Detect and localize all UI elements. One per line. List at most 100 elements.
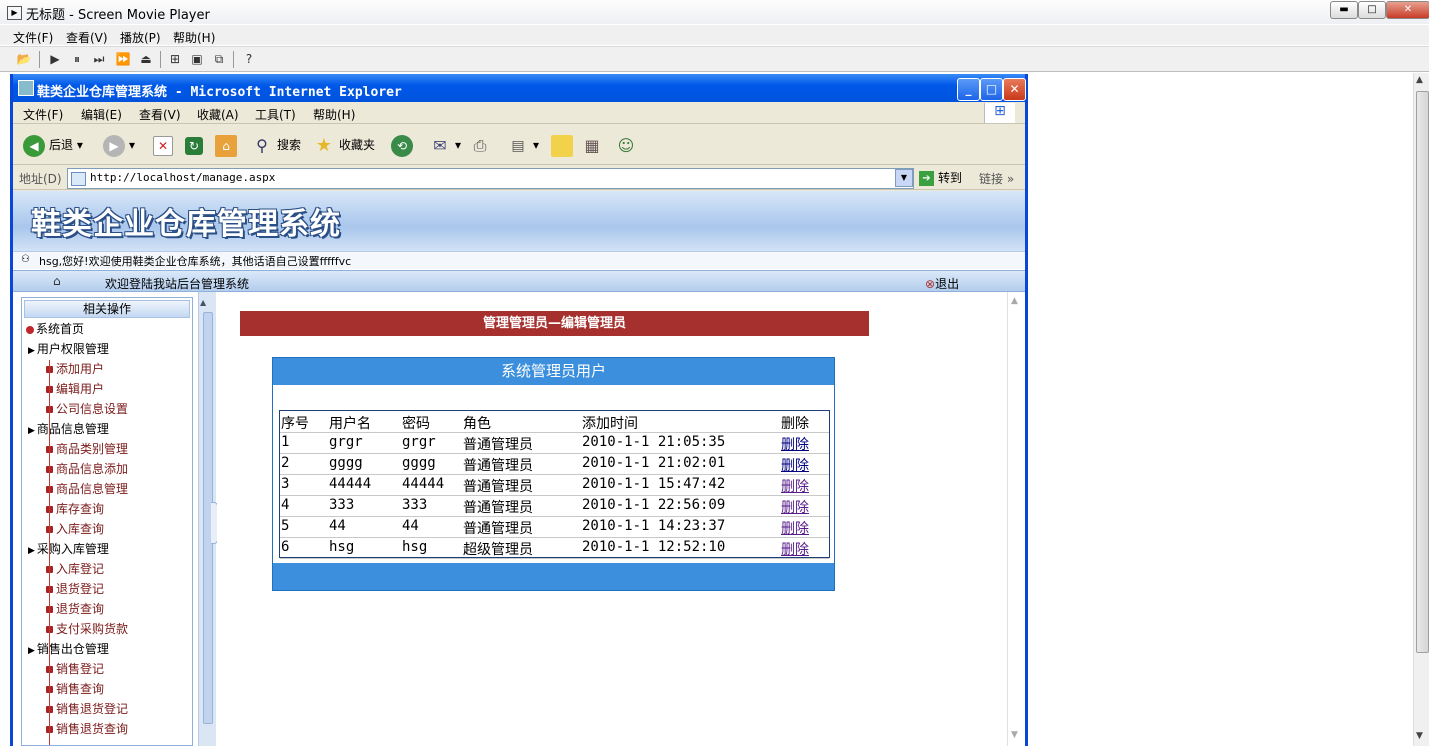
close-icon[interactable]: ✕ [1386,1,1429,19]
cell-password: 44444 [402,476,445,492]
ie-menu-favorites[interactable]: 收藏(A) [197,106,239,123]
help-icon[interactable]: ? [240,50,258,68]
edit-button[interactable]: ▤ ▾ [507,131,539,159]
maximize-icon[interactable]: □ [1358,1,1386,19]
ie-menu-view[interactable]: 查看(V) [139,106,181,123]
messenger-button[interactable]: ☺ [615,131,641,159]
ie-menu-file[interactable]: 文件(F) [23,106,63,123]
sidebar-item[interactable]: 商品信息管理 [46,480,128,497]
refresh-button[interactable]: ↻ [185,131,207,159]
go-button[interactable]: ➔ 转到 [919,169,962,186]
zoom-fit-icon[interactable]: ⊞ [166,50,184,68]
sidebar-item[interactable]: 退货登记 [46,580,104,597]
delete-link[interactable]: 删除 [781,518,809,538]
ie-maximize-icon[interactable]: □ [980,78,1003,101]
sidebar-group[interactable]: ▶ 用户权限管理 [28,340,109,357]
sidebar-item[interactable]: 退货查询 [46,600,104,617]
header-password: 密码 [402,416,430,432]
back-button[interactable]: ◀ 后退 ▾ [23,131,83,159]
open-folder-icon[interactable]: 📂 [15,50,33,68]
header-username: 用户名 [329,416,371,432]
sidebar-item[interactable]: 销售查询 [46,680,104,697]
player-menu-file[interactable]: 文件(F) [13,29,53,46]
delete-link[interactable]: 删除 [781,455,809,475]
ie-minimize-icon[interactable]: _ [957,78,980,101]
logout-link[interactable]: ⊗退出 [925,275,959,292]
sidebar-item-label: 支付采购货款 [56,622,129,636]
sidebar-item-label: 入库查询 [56,522,105,536]
cell-password: hsg [402,539,428,555]
page-scroll-down-icon[interactable]: ▼ [1011,730,1018,740]
scroll-down-icon[interactable]: ▼ [1416,731,1423,741]
sidebar-item[interactable]: 库存查询 [46,500,104,517]
sidebar-item[interactable]: 销售退货登记 [46,700,128,717]
window-size-icon[interactable]: ⧉ [210,50,228,68]
player-menu-play[interactable]: 播放(P) [120,29,161,46]
expand-icon: ▶ [28,646,35,656]
ie-menu-bar: 文件(F) 编辑(E) 查看(V) 收藏(A) 工具(T) 帮助(H) ⊞ [13,102,1025,124]
mail-button[interactable]: ✉ ▾ [429,131,461,159]
sidebar-group[interactable]: ▶ 销售出仓管理 [28,640,109,657]
user-icon: ⚇ [21,254,30,265]
sidebar-item[interactable]: 商品信息添加 [46,460,128,477]
delete-link[interactable]: 删除 [781,539,809,559]
print-button[interactable]: ⎙ [469,131,495,159]
ie-menu-tools[interactable]: 工具(T) [255,106,296,123]
ie-close-icon[interactable]: ✕ [1003,78,1026,101]
home-nav-icon[interactable]: ⌂ [53,274,61,288]
sidebar-item[interactable]: 入库登记 [46,560,104,577]
player-menu-view[interactable]: 查看(V) [66,29,108,46]
delete-link[interactable]: 删除 [781,497,809,517]
history-button[interactable]: ⟲ [391,131,417,159]
favorites-label: 收藏夹 [339,138,376,152]
go-label: 转到 [938,171,963,185]
stop-button[interactable]: ✕ [153,131,177,159]
player-menu-help[interactable]: 帮助(H) [173,29,215,46]
forward-arrow-icon: ▶ [103,134,125,157]
play-icon[interactable]: ▶ [46,50,64,68]
scrollbar-thumb[interactable] [1416,91,1429,653]
step-forward-icon[interactable]: ⏭ [90,50,108,68]
cell-username: 44444 [329,476,372,492]
sidebar-item[interactable]: 商品类别管理 [46,440,128,457]
sidebar-item[interactable]: 入库查询 [46,520,104,537]
links-button[interactable]: 链接 » [979,170,1014,187]
splitter-up-icon[interactable]: ▲ [200,298,206,307]
frame-splitter[interactable]: ▲ [198,292,218,746]
note-icon [551,134,573,157]
page-vertical-scrollbar[interactable]: ▲ ▼ [1007,292,1025,746]
address-input[interactable]: http://localhost/manage.aspx [67,168,914,189]
sidebar-item[interactable]: 添加用户 [46,360,104,377]
scroll-up-icon[interactable]: ▲ [1416,75,1423,85]
sidebar-item[interactable]: 编辑用户 [46,380,104,397]
sidebar-item[interactable]: 销售登记 [46,660,104,677]
sidebar-item-label: 编辑用户 [56,382,105,396]
sidebar-item[interactable]: 系统首页 [26,320,84,337]
player-vertical-scrollbar[interactable]: ▲ ▼ [1413,73,1429,746]
sidebar-group[interactable]: ▶ 采购入库管理 [28,540,109,557]
nav-bar: ⌂ 欢迎登陆我站后台管理系统 ⊗退出 [13,270,1025,292]
sidebar-item-label: 用户权限管理 [36,342,109,356]
cell-username: 333 [329,497,355,513]
forward-button[interactable]: ▶ ▾ [103,131,135,159]
eject-icon[interactable]: ⏏ [137,50,155,68]
discuss-button[interactable] [551,131,577,159]
address-dropdown-icon[interactable]: ▼ [895,169,913,187]
sidebar-item[interactable]: 支付采购货款 [46,620,128,637]
sidebar-group[interactable]: ▶ 商品信息管理 [28,420,109,437]
delete-link[interactable]: 删除 [781,434,809,454]
search-button[interactable]: ⚲ 搜索 [251,131,301,159]
ie-menu-edit[interactable]: 编辑(E) [81,106,122,123]
delete-link[interactable]: 删除 [781,476,809,496]
fast-forward-icon[interactable]: ⏩ [114,50,132,68]
favorites-button[interactable]: ★ 收藏夹 [313,131,375,159]
research-button[interactable]: ▦ [581,131,607,159]
minimize-icon[interactable]: ▬ [1330,1,1358,19]
home-button[interactable]: ⌂ [215,131,241,159]
sidebar-item[interactable]: 销售退货查询 [46,720,128,737]
fullscreen-icon[interactable]: ▣ [188,50,206,68]
pause-icon[interactable]: ⏸ [68,50,86,68]
page-scroll-up-icon[interactable]: ▲ [1011,296,1018,306]
sidebar-item[interactable]: 公司信息设置 [46,400,128,417]
ie-menu-help[interactable]: 帮助(H) [313,106,355,123]
